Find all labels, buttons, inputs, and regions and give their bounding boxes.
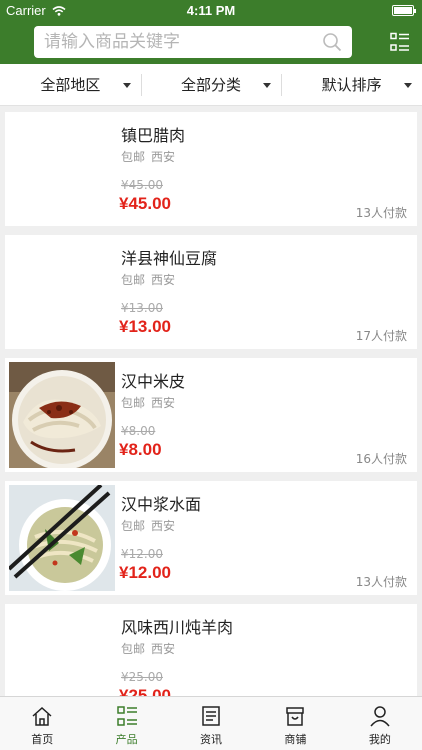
paid-count: 13人付款 — [355, 575, 407, 589]
location-label: 西安 — [151, 273, 176, 287]
search-icon[interactable] — [322, 32, 342, 52]
tab-news[interactable]: 资讯 — [169, 697, 253, 750]
current-price: ¥45.00 — [119, 194, 171, 213]
caret-down-icon — [122, 83, 131, 88]
news-icon — [202, 706, 220, 726]
paid-count: 13人付款 — [355, 206, 407, 220]
filter-region-label: 全部地区 — [40, 76, 101, 94]
caret-down-icon — [404, 83, 413, 88]
product-meta: 包邮 西安 — [121, 271, 175, 288]
paid-count: 16人付款 — [355, 452, 407, 466]
product-name: 汉中米皮 — [121, 372, 186, 391]
noodle-soup-photo — [9, 485, 115, 591]
location-label: 西安 — [151, 396, 176, 410]
location-label: 西安 — [151, 519, 176, 533]
user-icon — [370, 706, 390, 727]
product-image[interactable] — [9, 608, 115, 696]
search-input[interactable] — [34, 26, 304, 58]
tab-products[interactable]: 产品 — [84, 697, 168, 750]
current-price: ¥12.00 — [119, 563, 171, 582]
status-bar: Carrier 4:11 PM — [0, 0, 422, 22]
paid-count: 17人付款 — [355, 329, 407, 343]
category-menu-icon[interactable] — [390, 32, 410, 52]
shop-icon — [286, 707, 305, 726]
list-icon — [116, 706, 137, 726]
filter-sort-label: 默认排序 — [321, 76, 382, 94]
product-card[interactable]: 镇巴腊肉 包邮 西安 ¥45.00 ¥45.00 13人付款 — [5, 112, 417, 226]
shipping-label: 包邮 — [121, 150, 146, 164]
shipping-label: 包邮 — [121, 642, 146, 656]
search-box[interactable] — [34, 26, 352, 58]
location-label: 西安 — [151, 150, 176, 164]
shipping-label: 包邮 — [121, 519, 146, 533]
caret-down-icon — [263, 83, 272, 88]
location-label: 西安 — [151, 642, 176, 656]
filter-sort[interactable]: 默认排序 — [281, 64, 422, 105]
original-price: ¥12.00 — [121, 547, 163, 561]
tab-home-label: 首页 — [31, 733, 54, 746]
filter-category-label: 全部分类 — [181, 76, 242, 94]
product-image[interactable] — [9, 362, 115, 468]
product-image[interactable] — [9, 239, 115, 345]
product-name: 洋县神仙豆腐 — [121, 249, 218, 268]
product-card[interactable]: 汉中米皮 包邮 西安 ¥8.00 ¥8.00 16人付款 — [5, 358, 417, 472]
home-icon — [32, 706, 52, 726]
product-name: 镇巴腊肉 — [121, 126, 186, 145]
current-price: ¥25.00 — [119, 686, 171, 696]
tab-products-label: 产品 — [115, 733, 138, 746]
original-price: ¥45.00 — [121, 178, 163, 192]
filter-bar: 全部地区 全部分类 默认排序 — [0, 64, 422, 106]
status-time: 4:11 PM — [186, 3, 236, 18]
battery-icon — [392, 5, 416, 16]
header — [0, 22, 422, 64]
tab-profile[interactable]: 我的 — [338, 697, 422, 750]
original-price: ¥13.00 — [121, 301, 163, 315]
shipping-label: 包邮 — [121, 396, 146, 410]
product-meta: 包邮 西安 — [121, 640, 175, 657]
original-price: ¥25.00 — [121, 670, 163, 684]
product-card[interactable]: 风味西川炖羊肉 包邮 西安 ¥25.00 ¥25.00 — [5, 604, 417, 696]
product-meta: 包邮 西安 — [121, 148, 175, 165]
product-image[interactable] — [9, 116, 115, 222]
current-price: ¥13.00 — [119, 317, 171, 336]
product-name: 风味西川炖羊肉 — [121, 618, 234, 637]
product-name: 汉中浆水面 — [121, 495, 202, 514]
product-card[interactable]: 洋县神仙豆腐 包邮 西安 ¥13.00 ¥13.00 17人付款 — [5, 235, 417, 349]
current-price: ¥8.00 — [119, 440, 162, 459]
rice-noodle-photo — [9, 362, 115, 468]
tab-shop[interactable]: 商铺 — [253, 697, 337, 750]
tab-shop-label: 商铺 — [284, 733, 307, 746]
shipping-label: 包邮 — [121, 273, 146, 287]
tab-profile-label: 我的 — [368, 733, 391, 746]
product-meta: 包邮 西安 — [121, 517, 175, 534]
tab-home[interactable]: 首页 — [0, 697, 84, 750]
filter-region[interactable]: 全部地区 — [0, 64, 141, 105]
product-meta: 包邮 西安 — [121, 394, 175, 411]
product-image[interactable] — [9, 485, 115, 591]
product-list[interactable]: 镇巴腊肉 包邮 西安 ¥45.00 ¥45.00 13人付款 洋县神仙豆腐 包邮西… — [0, 106, 422, 696]
tab-news-label: 资讯 — [200, 733, 223, 746]
original-price: ¥8.00 — [121, 424, 156, 438]
product-card[interactable]: 汉中浆水面 包邮 西安 ¥12.00 ¥12.00 13人付款 — [5, 481, 417, 595]
filter-category[interactable]: 全部分类 — [140, 64, 282, 105]
tab-bar: 首页 产品 资讯 商铺 我的 — [0, 696, 422, 750]
